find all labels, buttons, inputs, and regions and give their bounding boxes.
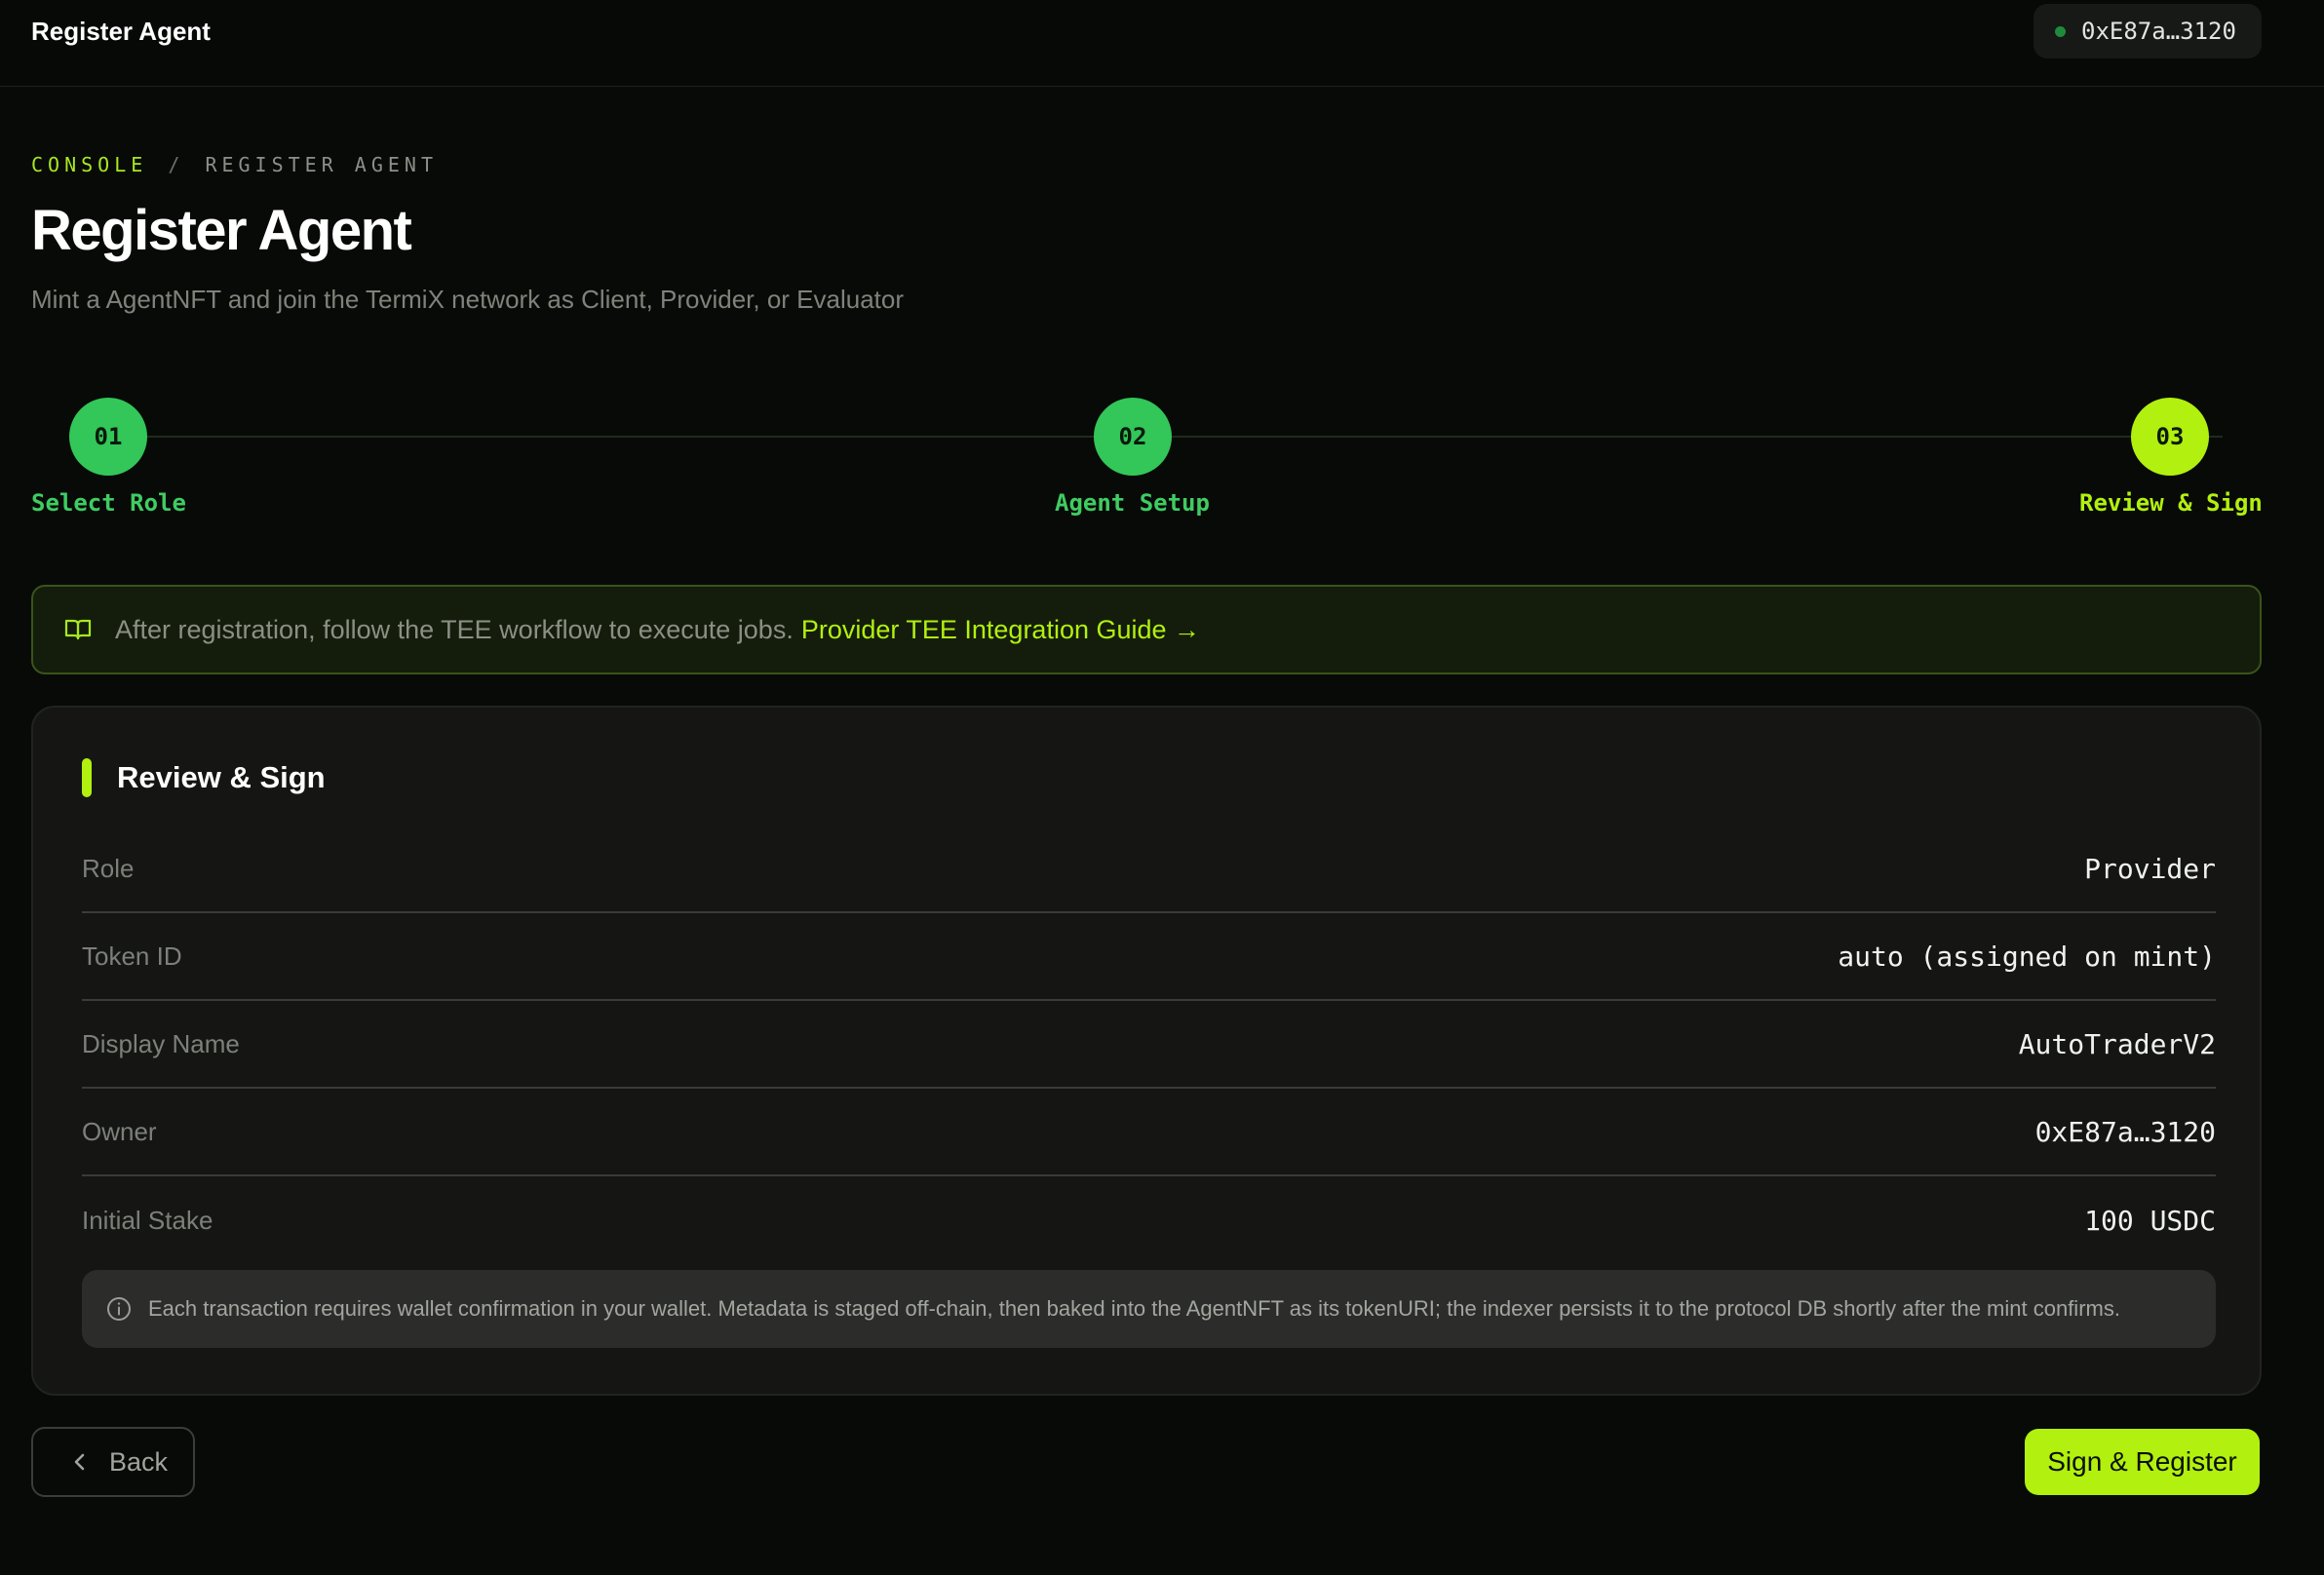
card-header: Review & Sign bbox=[82, 758, 326, 797]
review-list: Role Provider Token ID auto (assigned on… bbox=[82, 826, 2216, 1264]
row-value: Provider bbox=[2084, 852, 2216, 885]
note-text: Each transaction requires wallet confirm… bbox=[148, 1296, 2120, 1321]
row-label: Display Name bbox=[82, 1028, 240, 1058]
tee-guide-link[interactable]: Provider TEE Integration Guide → bbox=[801, 615, 1200, 645]
accent-bar bbox=[82, 758, 92, 797]
row-label: Initial Stake bbox=[82, 1205, 213, 1235]
row-label: Role bbox=[82, 853, 135, 883]
back-label: Back bbox=[109, 1446, 169, 1477]
step-label: Agent Setup bbox=[1055, 489, 1210, 517]
wallet-confirmation-note: Each transaction requires wallet confirm… bbox=[82, 1270, 2216, 1348]
wallet-button[interactable]: 0xE87a…3120 bbox=[2034, 4, 2262, 58]
breadcrumb-separator: / bbox=[168, 153, 185, 176]
review-row-initial-stake: Initial Stake 100 USDC bbox=[82, 1176, 2216, 1264]
row-value: 0xE87a…3120 bbox=[2034, 1115, 2216, 1148]
page-subtitle: Mint a AgentNFT and join the TermiX netw… bbox=[31, 285, 905, 314]
breadcrumb-current: REGISTER AGENT bbox=[205, 153, 439, 176]
review-row-display-name: Display Name AutoTraderV2 bbox=[82, 1001, 2216, 1089]
review-row-owner: Owner 0xE87a…3120 bbox=[82, 1089, 2216, 1176]
row-value: auto (assigned on mint) bbox=[1838, 940, 2216, 973]
step-number-circle: 03 bbox=[2131, 398, 2209, 476]
top-bar: Register Agent 0xE87a…3120 bbox=[0, 0, 2324, 87]
step-label: Review & Sign bbox=[2079, 489, 2263, 517]
breadcrumb: CONSOLE / REGISTER AGENT bbox=[31, 153, 438, 176]
row-label: Owner bbox=[82, 1116, 157, 1146]
wallet-status-dot bbox=[2055, 25, 2066, 37]
back-button[interactable]: Back bbox=[31, 1427, 195, 1497]
breadcrumb-console[interactable]: CONSOLE bbox=[31, 153, 147, 176]
row-value: AutoTraderV2 bbox=[2018, 1027, 2216, 1060]
review-row-role: Role Provider bbox=[82, 826, 2216, 913]
banner-text: After registration, follow the TEE workf… bbox=[115, 614, 794, 644]
book-open-icon bbox=[64, 618, 92, 641]
row-label: Token ID bbox=[82, 941, 182, 971]
sign-register-button[interactable]: Sign & Register bbox=[2025, 1429, 2260, 1495]
tee-info-banner: After registration, follow the TEE workf… bbox=[31, 585, 2262, 674]
review-card: Review & Sign Role Provider Token ID aut… bbox=[31, 706, 2262, 1396]
card-title: Review & Sign bbox=[117, 760, 326, 794]
wallet-address: 0xE87a…3120 bbox=[2081, 18, 2236, 45]
sign-register-label: Sign & Register bbox=[2047, 1446, 2237, 1477]
step-label: Select Role bbox=[31, 489, 186, 517]
page-title: Register Agent bbox=[31, 199, 412, 262]
chevron-left-icon bbox=[72, 1451, 88, 1473]
review-row-token-id: Token ID auto (assigned on mint) bbox=[82, 913, 2216, 1001]
step-number-circle: 01 bbox=[69, 398, 147, 476]
info-icon bbox=[105, 1295, 133, 1323]
step-number-circle: 02 bbox=[1094, 398, 1172, 476]
app-title: Register Agent bbox=[31, 17, 211, 46]
row-value: 100 USDC bbox=[2084, 1204, 2216, 1237]
